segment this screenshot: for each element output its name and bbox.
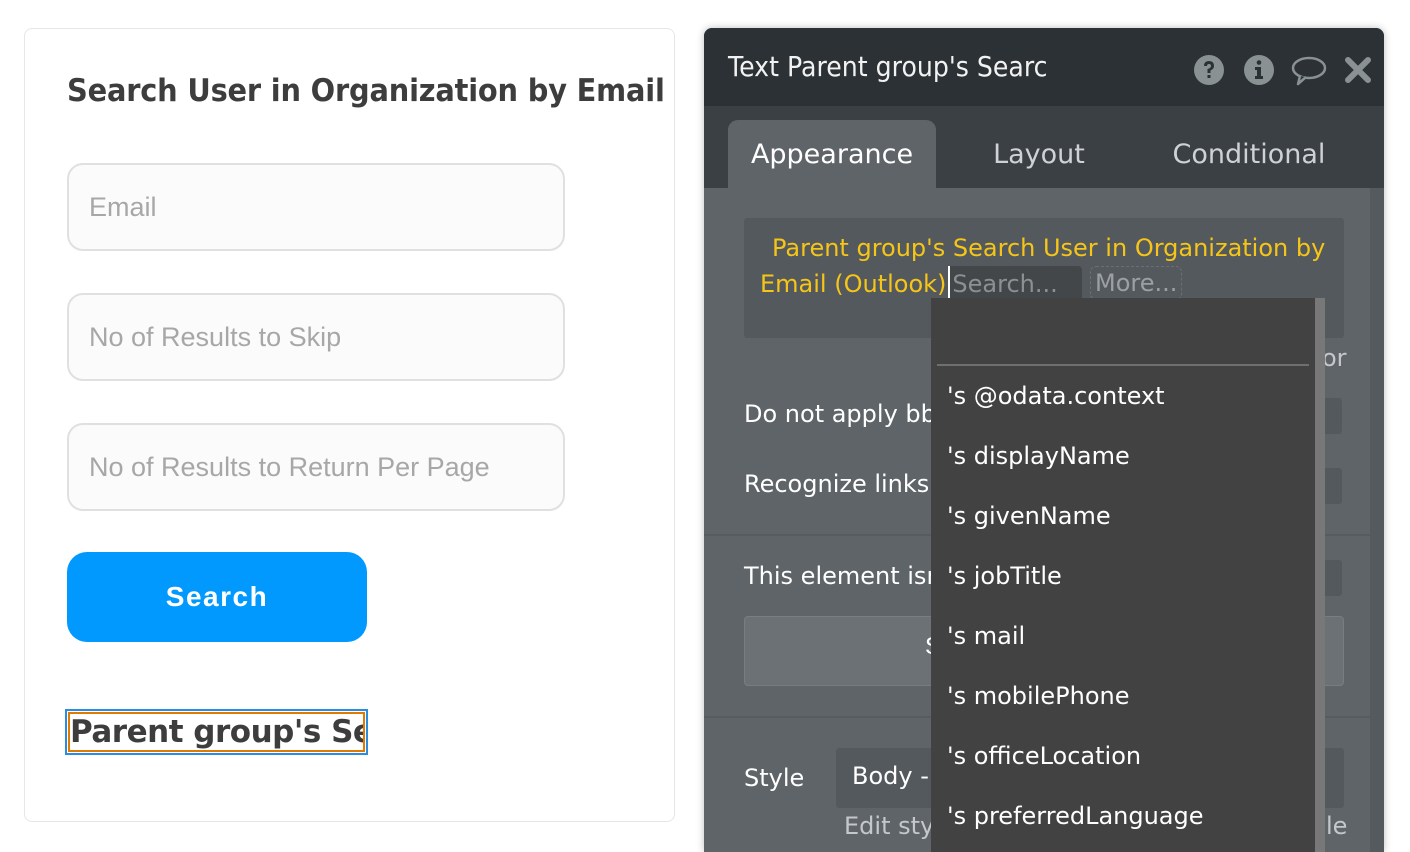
- dropdown-item[interactable]: 's givenName: [947, 502, 1111, 530]
- group-title: Search User in Organization by Email: [67, 73, 665, 109]
- expression-text-line1: Parent group's Search User in Organizati…: [772, 234, 1326, 262]
- dropdown-item[interactable]: 's preferredLanguage: [947, 802, 1204, 830]
- comment-icon[interactable]: [1290, 54, 1328, 86]
- skip-field[interactable]: [67, 293, 565, 381]
- dropdown-item[interactable]: 's mobilePhone: [947, 682, 1129, 710]
- not-clickable-label: This element isn': [744, 562, 949, 590]
- partial-label-le: le: [1326, 812, 1348, 840]
- tab-appearance[interactable]: Appearance: [728, 120, 936, 188]
- panel-header: Text Parent group's Searc: [704, 28, 1384, 106]
- per-page-field[interactable]: [67, 423, 565, 511]
- dropdown-search-field[interactable]: [937, 298, 1313, 366]
- partial-label-or: or: [1322, 344, 1347, 372]
- panel-scrollbar[interactable]: [1370, 188, 1384, 852]
- close-icon[interactable]: [1344, 54, 1372, 86]
- info-icon[interactable]: [1243, 54, 1275, 86]
- tabs-bar: Appearance Layout Conditional: [704, 106, 1384, 188]
- dropdown-item[interactable]: 's displayName: [947, 442, 1130, 470]
- email-input[interactable]: [69, 165, 563, 249]
- per-page-input[interactable]: [69, 425, 563, 509]
- expression-search-box[interactable]: [948, 266, 1087, 301]
- style-value: Body -: [852, 762, 929, 790]
- tab-conditional[interactable]: Conditional: [1144, 120, 1354, 188]
- canvas-group: Search User in Organization by Email Sea…: [24, 28, 675, 822]
- dropdown-scrollbar[interactable]: [1315, 298, 1325, 852]
- no-bbcode-label: Do not apply bb-: [744, 400, 945, 428]
- expression-search-input[interactable]: [950, 267, 1087, 301]
- tab-layout[interactable]: Layout: [944, 120, 1134, 188]
- dropdown-item[interactable]: 's @odata.context: [947, 382, 1165, 410]
- panel-title: Text Parent group's Searc: [728, 50, 1048, 83]
- result-text-label: Parent group's Se...: [68, 712, 365, 752]
- edit-style-link[interactable]: Edit styl: [844, 812, 941, 840]
- field-autocomplete-dropdown: 's @odata.context 's displayName 's give…: [931, 298, 1325, 852]
- selected-text-element[interactable]: Parent group's Se...: [65, 709, 368, 755]
- dropdown-search-input[interactable]: [937, 298, 1313, 366]
- help-icon[interactable]: [1193, 54, 1225, 86]
- style-label: Style: [744, 764, 805, 792]
- dropdown-item[interactable]: 's mail: [947, 622, 1025, 650]
- recognize-links-label: Recognize links a: [744, 470, 952, 498]
- search-button[interactable]: Search: [67, 552, 367, 642]
- skip-input[interactable]: [69, 295, 563, 379]
- dropdown-item[interactable]: 's officeLocation: [947, 742, 1141, 770]
- expression-text-line2: Email (Outlook): [760, 270, 947, 298]
- more-button[interactable]: More...: [1090, 266, 1183, 300]
- dropdown-item[interactable]: 's jobTitle: [947, 562, 1062, 590]
- email-field[interactable]: [67, 163, 565, 251]
